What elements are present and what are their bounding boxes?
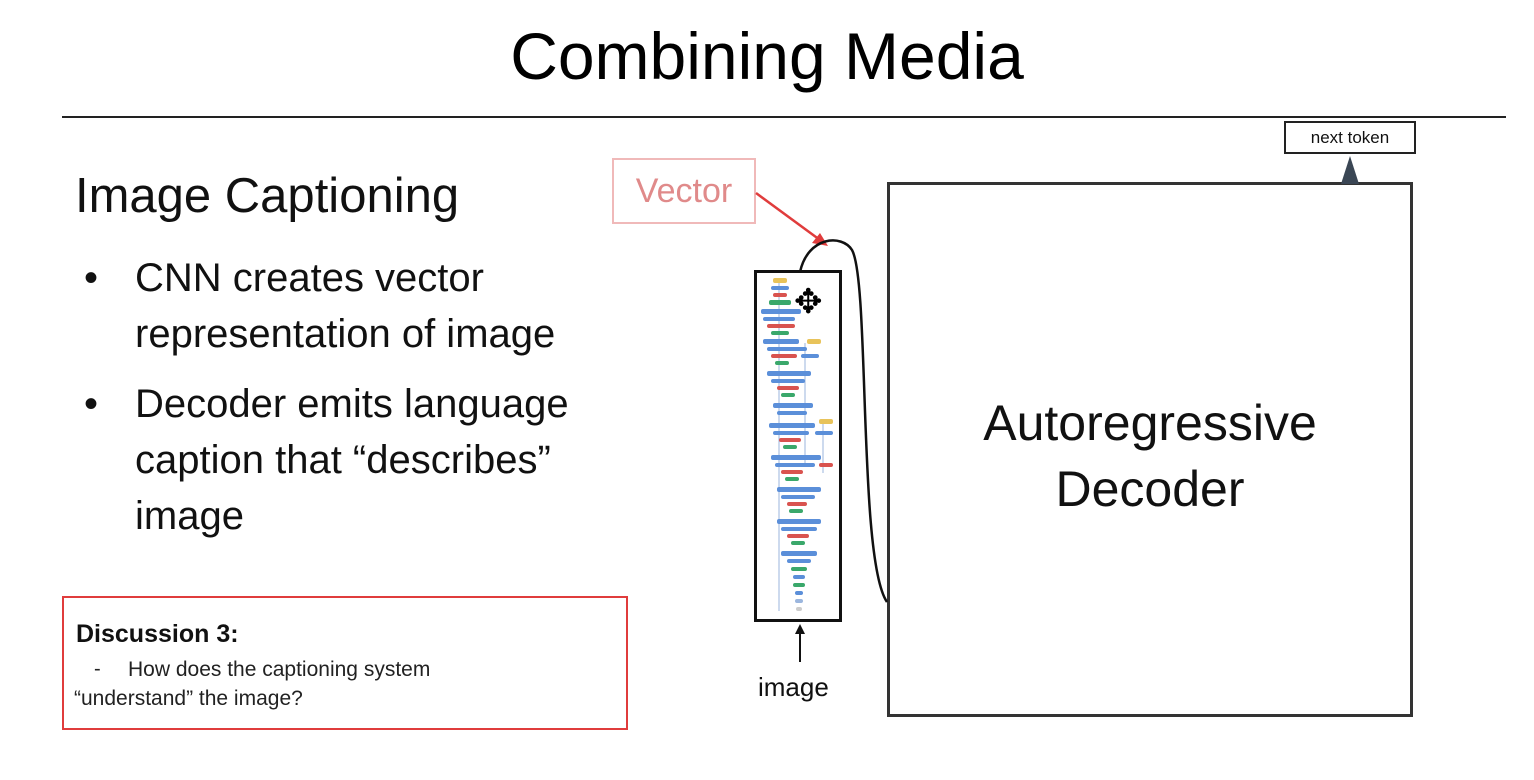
title-divider <box>62 116 1506 118</box>
slide-title: Combining Media <box>510 19 1024 93</box>
cnn-architecture-graphic <box>761 278 833 611</box>
bullet-line: representation of image <box>135 312 556 356</box>
vector-label: Vector <box>612 158 756 224</box>
decoder-label-line: Decoder <box>1055 461 1245 517</box>
discussion-box: Discussion 3: - How does the captioning … <box>62 596 628 730</box>
discussion-question-line: How does the captioning system <box>128 658 431 681</box>
slide-subtitle: Image Captioning <box>75 169 460 223</box>
discussion-heading: Discussion 3: <box>76 620 239 648</box>
move-cursor-icon: ✥ <box>794 283 823 321</box>
bullet-line: caption that “describes” <box>135 438 551 482</box>
decoder-label-line: Autoregressive <box>983 395 1317 451</box>
vector-arrow-line <box>755 191 821 242</box>
decoder-label: Autoregressive Decoder <box>890 390 1410 522</box>
autoregressive-decoder-box: Autoregressive Decoder <box>887 182 1413 717</box>
discussion-dash: - <box>94 658 101 680</box>
bullet-line: CNN creates vector <box>135 256 484 300</box>
image-input-label: image <box>758 672 829 702</box>
cnn-diagram <box>754 270 842 622</box>
discussion-question-line: “understand” the image? <box>74 687 303 710</box>
next-token-box: next token <box>1284 121 1416 154</box>
vector-arrow-head <box>812 233 828 246</box>
image-arrow-head <box>795 624 805 634</box>
next-token-arrow-head <box>1341 156 1359 184</box>
bullet-text: CNN creates vector representation of ima… <box>135 250 555 362</box>
bullet-text: Decoder emits language caption that “des… <box>135 376 569 544</box>
bullet-line: Decoder emits language <box>135 382 569 426</box>
bullet-line: image <box>135 494 244 538</box>
bullet-marker: • <box>84 382 99 426</box>
bullet-marker: • <box>84 256 99 300</box>
